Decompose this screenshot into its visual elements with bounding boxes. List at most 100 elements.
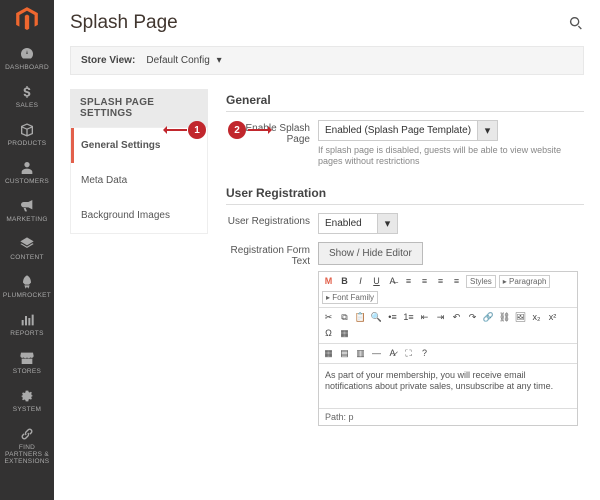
user-registrations-select[interactable]: Enabled ▾ xyxy=(318,213,408,234)
caret-down-icon: ▾ xyxy=(385,217,391,230)
rocket-icon xyxy=(19,274,35,290)
callout-2: 2 xyxy=(228,121,246,139)
nav-partners[interactable]: FIND PARTNERS & EXTENSIONS xyxy=(0,420,54,472)
nav-marketing[interactable]: MARKETING xyxy=(0,192,54,230)
caret-down-icon: ▾ xyxy=(485,124,491,137)
help-icon[interactable]: ? xyxy=(418,347,431,360)
table-icon[interactable]: ▦ xyxy=(322,347,335,360)
nav-sales[interactable]: SALES xyxy=(0,78,54,116)
scope-label: Store View: xyxy=(81,55,135,66)
settings-nav-background[interactable]: Background Images xyxy=(71,198,207,233)
fullscreen-icon[interactable]: ⛶ xyxy=(402,347,415,360)
box-icon xyxy=(19,122,35,138)
select-value: Enabled xyxy=(318,213,378,234)
outdent-icon[interactable]: ⇤ xyxy=(418,311,431,324)
settings-nav-general[interactable]: General Settings xyxy=(71,128,207,163)
align-center-icon[interactable]: ≡ xyxy=(418,275,431,288)
sup-icon[interactable]: x² xyxy=(546,311,559,324)
paste-icon[interactable]: 📋 xyxy=(354,311,367,324)
nav-label: SYSTEM xyxy=(0,406,54,413)
char-icon[interactable]: Ω xyxy=(322,327,335,340)
styles-select[interactable]: Styles xyxy=(466,275,496,288)
hr-icon[interactable]: — xyxy=(370,347,383,360)
nav-system[interactable]: SYSTEM xyxy=(0,382,54,420)
copy-icon[interactable]: ⧉ xyxy=(338,311,351,324)
nav-dashboard[interactable]: DASHBOARD xyxy=(0,40,54,78)
magento-widget-icon[interactable]: M xyxy=(322,275,335,288)
media-icon[interactable]: ▦ xyxy=(338,327,351,340)
redo-icon[interactable]: ↷ xyxy=(466,311,479,324)
select-value: Enabled (Splash Page Template) xyxy=(318,120,478,141)
bars-icon xyxy=(19,312,35,328)
bold-icon[interactable]: B xyxy=(338,275,351,288)
caret-down-icon: ▾ xyxy=(217,55,222,66)
nav-label: FIND PARTNERS & EXTENSIONS xyxy=(0,444,54,465)
nav-customers[interactable]: CUSTOMERS xyxy=(0,154,54,192)
link-icon[interactable]: 🔗 xyxy=(482,311,495,324)
layers-icon xyxy=(19,236,35,252)
store-icon xyxy=(19,350,35,366)
store-scope-bar: Store View: Default Config ▾ xyxy=(70,46,584,75)
paragraph-select[interactable]: ▸ Paragraph xyxy=(499,275,551,288)
find-icon[interactable]: 🔍 xyxy=(370,311,383,324)
nav-label: STORES xyxy=(0,368,54,375)
enable-splash-hint: If splash page is disabled, guests will … xyxy=(318,145,584,168)
nav-label: PRODUCTS xyxy=(0,140,54,147)
settings-nav-meta[interactable]: Meta Data xyxy=(71,163,207,198)
editor-path: Path: p xyxy=(319,408,577,425)
magento-logo-icon xyxy=(14,6,40,32)
settings-nav: SPLASH PAGE SETTINGS General Settings Me… xyxy=(70,89,208,434)
remove-format-icon[interactable]: A̷ xyxy=(386,347,399,360)
italic-icon[interactable]: I xyxy=(354,275,367,288)
enable-splash-select[interactable]: Enabled (Splash Page Template) ▾ xyxy=(318,120,584,141)
align-justify-icon[interactable]: ≡ xyxy=(450,275,463,288)
nav-label: CONTENT xyxy=(0,254,54,261)
nav-products[interactable]: PRODUCTS xyxy=(0,116,54,154)
image-icon[interactable]: 🖼 xyxy=(514,311,527,324)
cell-props-icon[interactable]: ▥ xyxy=(354,347,367,360)
wysiwyg-editor: M B I U A̶ ≡ ≡ ≡ ≡ Styles ▸ Paragraph xyxy=(318,271,578,426)
section-user-reg-heading: User Registration xyxy=(226,182,584,205)
main-content: Splash Page Store View: Default Config ▾… xyxy=(54,0,600,500)
admin-sidenav: DASHBOARD SALES PRODUCTS CUSTOMERS MARKE… xyxy=(0,0,54,500)
editor-body[interactable]: As part of your membership, you will rec… xyxy=(319,364,577,408)
select-trigger[interactable]: ▾ xyxy=(478,120,498,141)
nav-label: PLUMROCKET xyxy=(0,292,54,299)
link-icon xyxy=(19,426,35,442)
underline-icon[interactable]: U xyxy=(370,275,383,288)
page-title: Splash Page xyxy=(70,12,178,34)
cut-icon[interactable]: ✂ xyxy=(322,311,335,324)
indent-icon[interactable]: ⇥ xyxy=(434,311,447,324)
scope-value: Default Config xyxy=(146,55,209,66)
nav-label: MARKETING xyxy=(0,216,54,223)
strike-icon[interactable]: A̶ xyxy=(386,275,399,288)
nav-label: CUSTOMERS xyxy=(0,178,54,185)
editor-toolbar-1: M B I U A̶ ≡ ≡ ≡ ≡ Styles ▸ Paragraph xyxy=(319,272,577,308)
row-props-icon[interactable]: ▤ xyxy=(338,347,351,360)
editor-toolbar-2: ✂ ⧉ 📋 🔍 •≡ 1≡ ⇤ ⇥ ↶ ↷ 🔗 xyxy=(319,308,577,344)
ol-icon[interactable]: 1≡ xyxy=(402,311,415,324)
person-icon xyxy=(19,160,35,176)
align-left-icon[interactable]: ≡ xyxy=(402,275,415,288)
nav-plumrocket[interactable]: PLUMROCKET xyxy=(0,268,54,306)
sub-icon[interactable]: x₂ xyxy=(530,311,543,324)
nav-label: SALES xyxy=(0,102,54,109)
settings-content: General *Enable Splash Page Enabled (Spl… xyxy=(208,89,584,434)
dashboard-icon xyxy=(19,46,35,62)
nav-stores[interactable]: STORES xyxy=(0,344,54,382)
nav-content[interactable]: CONTENT xyxy=(0,230,54,268)
undo-icon[interactable]: ↶ xyxy=(450,311,463,324)
callout-1: 1 xyxy=(188,121,206,139)
nav-reports[interactable]: REPORTS xyxy=(0,306,54,344)
unlink-icon[interactable]: ⛓ xyxy=(498,311,511,324)
nav-label: DASHBOARD xyxy=(0,64,54,71)
search-icon[interactable] xyxy=(568,15,584,31)
gear-icon xyxy=(19,388,35,404)
align-right-icon[interactable]: ≡ xyxy=(434,275,447,288)
font-family-select[interactable]: ▸ Font Family xyxy=(322,291,378,304)
ul-icon[interactable]: •≡ xyxy=(386,311,399,324)
user-registrations-label: User Registrations xyxy=(226,213,318,227)
toggle-editor-button[interactable]: Show / Hide Editor xyxy=(318,242,423,265)
select-trigger[interactable]: ▾ xyxy=(378,213,398,234)
scope-switcher[interactable]: Default Config ▾ xyxy=(146,55,221,66)
